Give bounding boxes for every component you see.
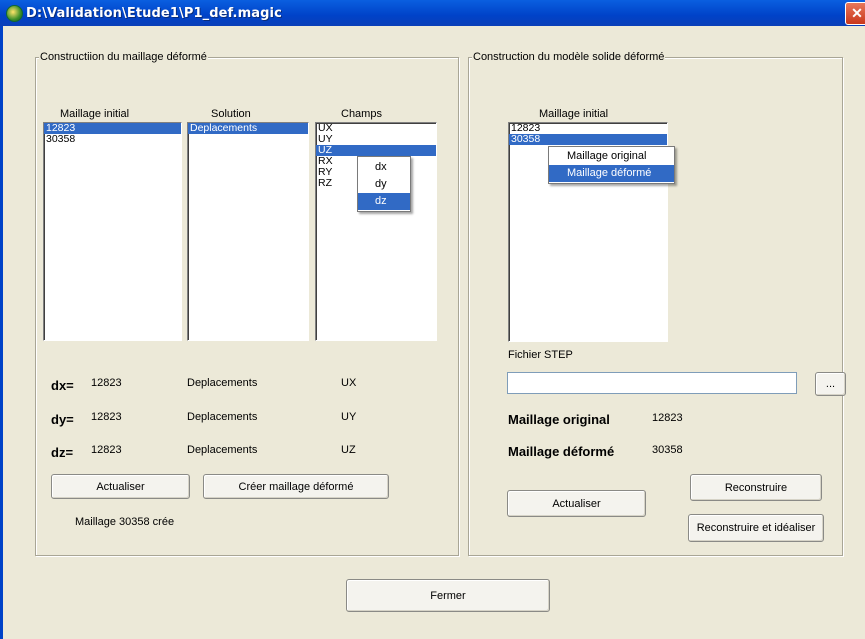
- row-label-0: dx=: [51, 378, 74, 393]
- champs-list-item-2[interactable]: UZ: [316, 145, 436, 156]
- fermer-button[interactable]: Fermer: [346, 579, 550, 612]
- row-label-1: dy=: [51, 412, 74, 427]
- champs-header: Champs: [341, 108, 382, 120]
- maillage-original-value: 12823: [652, 412, 683, 424]
- champs-popup-item-2[interactable]: dz: [358, 193, 410, 210]
- title-bar: D:\Validation\Etude1\P1_def.magic ✕: [0, 0, 865, 26]
- creer-maillage-label: Créer maillage déformé: [238, 480, 354, 493]
- maillage-deforme-label: Maillage déformé: [508, 444, 615, 459]
- right-actualiser-label: Actualiser: [552, 497, 601, 510]
- fichier-step-label: Fichier STEP: [508, 349, 573, 361]
- row-mesh-1: 12823: [91, 411, 122, 423]
- browse-button[interactable]: ...: [815, 372, 846, 396]
- left-actualiser-label: Actualiser: [96, 480, 145, 493]
- fermer-label: Fermer: [430, 589, 466, 602]
- window-frame: [0, 26, 3, 639]
- maillage-context-item-1[interactable]: Maillage déformé: [549, 165, 674, 182]
- maillage-initial-list[interactable]: 12823 30358: [43, 122, 182, 341]
- window-title: D:\Validation\Etude1\P1_def.magic: [26, 6, 282, 21]
- reconstruire-button[interactable]: Reconstruire: [690, 474, 822, 501]
- status-text: Maillage 30358 crée: [75, 516, 175, 528]
- row-field-1: UY: [341, 411, 357, 423]
- app-icon: [6, 5, 23, 22]
- maillage-deforme-value: 30358: [652, 444, 683, 456]
- right-maillage-list-item-1[interactable]: 30358: [509, 134, 667, 145]
- row-solution-2: Deplacements: [187, 444, 258, 456]
- maillage-initial-header: Maillage initial: [60, 108, 130, 120]
- champs-component-popup[interactable]: dx dy dz: [357, 156, 411, 212]
- solution-header: Solution: [211, 108, 251, 120]
- solution-list[interactable]: Deplacements: [187, 122, 309, 341]
- right-maillage-header: Maillage initial: [539, 108, 609, 120]
- champs-list-item-0[interactable]: UX: [316, 123, 436, 134]
- champs-popup-item-0[interactable]: dx: [358, 159, 410, 176]
- row-field-2: UZ: [341, 444, 356, 456]
- creer-maillage-button[interactable]: Créer maillage déformé: [203, 474, 389, 499]
- reconstruire-idealiser-button[interactable]: Reconstruire et idéaliser: [688, 514, 824, 542]
- champs-list-item-1[interactable]: UY: [316, 134, 436, 145]
- reconstruire-idealiser-label: Reconstruire et idéaliser: [696, 522, 816, 534]
- left-group-title: Constructiion du maillage déformé: [39, 51, 208, 63]
- champs-list[interactable]: UX UY UZ RX RY RZ: [315, 122, 437, 341]
- row-solution-1: Deplacements: [187, 411, 258, 423]
- maillage-list-item-1[interactable]: 30358: [44, 134, 181, 145]
- row-mesh-2: 12823: [91, 444, 122, 456]
- reconstruire-label: Reconstruire: [724, 481, 788, 494]
- row-label-2: dz=: [51, 445, 74, 460]
- row-field-0: UX: [341, 377, 357, 389]
- right-group-title: Construction du modèle solide déformé: [472, 51, 666, 63]
- solution-list-item-0[interactable]: Deplacements: [188, 123, 308, 134]
- close-button[interactable]: ✕: [845, 2, 865, 25]
- row-mesh-0: 12823: [91, 377, 122, 389]
- browse-label: ...: [825, 378, 836, 390]
- maillage-original-label: Maillage original: [508, 412, 610, 427]
- maillage-context-item-0[interactable]: Maillage original: [549, 148, 674, 165]
- fichier-step-input[interactable]: [507, 372, 797, 394]
- champs-popup-item-1[interactable]: dy: [358, 176, 410, 193]
- maillage-context-menu[interactable]: Maillage original Maillage déformé: [548, 146, 675, 184]
- row-solution-0: Deplacements: [187, 377, 258, 389]
- left-actualiser-button[interactable]: Actualiser: [51, 474, 190, 499]
- right-actualiser-button[interactable]: Actualiser: [507, 490, 646, 517]
